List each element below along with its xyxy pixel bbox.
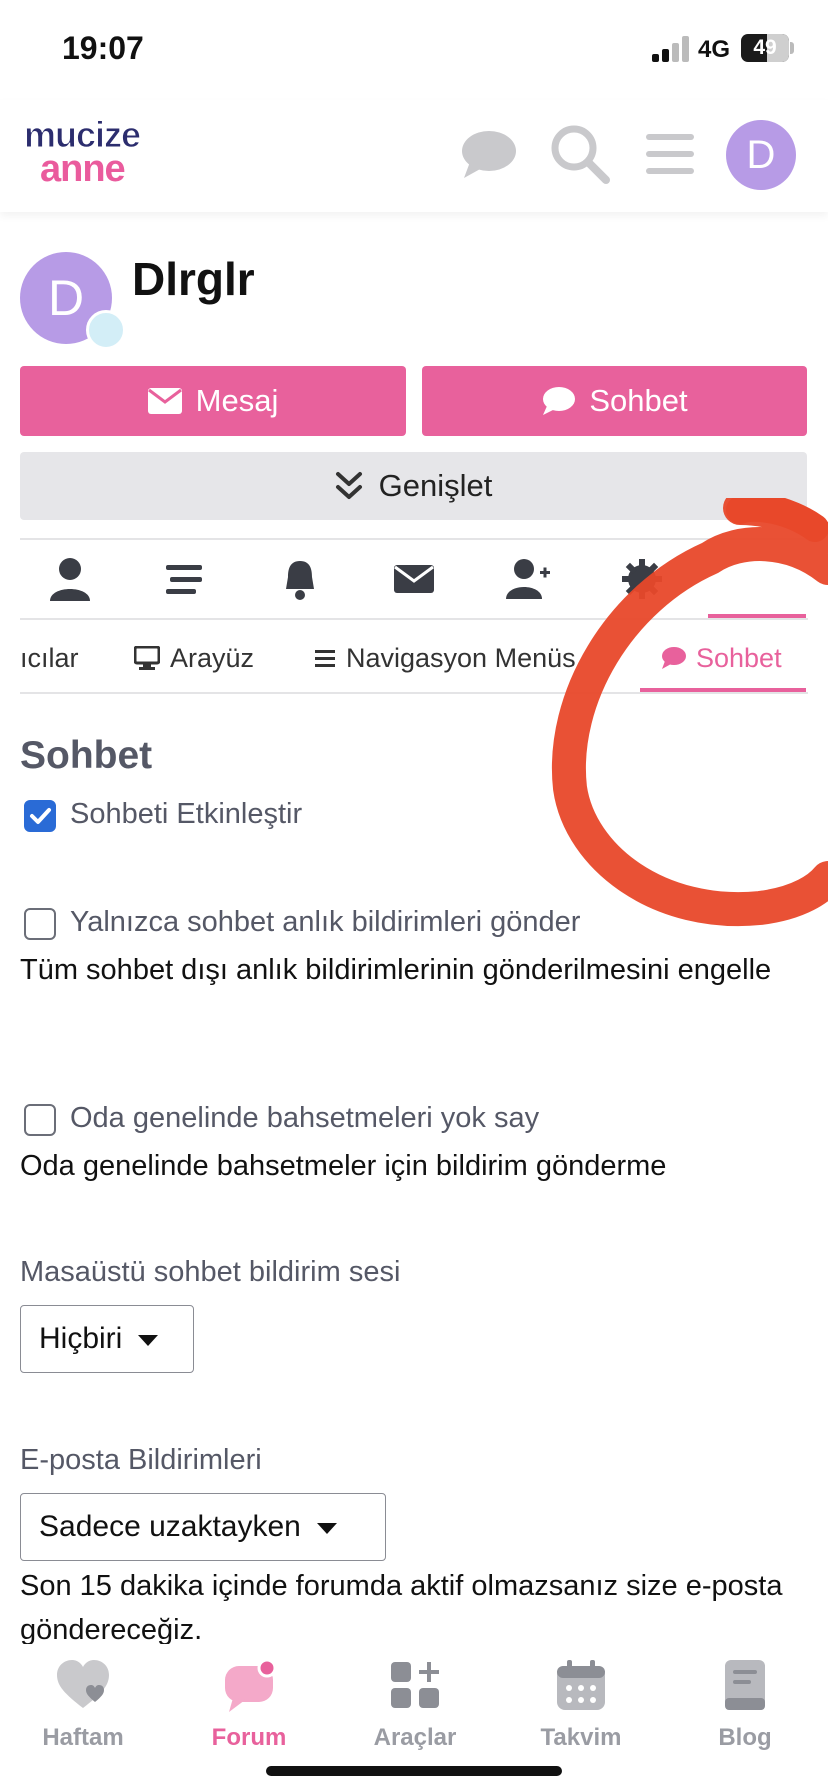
- tab-messages-envelope-icon[interactable]: [390, 555, 438, 603]
- desktop-icon: [134, 646, 160, 670]
- nav-blog-label: Blog: [718, 1724, 772, 1751]
- section-title: Sohbet: [20, 734, 153, 777]
- nav-araclar-label: Araçlar: [373, 1724, 457, 1751]
- tab-preferences-list-icon[interactable]: [160, 555, 208, 603]
- flair-badge-icon: [86, 310, 126, 350]
- tab-interface[interactable]: Arayüz: [134, 640, 254, 676]
- battery-tip: [790, 42, 794, 54]
- search-icon[interactable]: [548, 122, 612, 186]
- user-avatar[interactable]: D: [726, 120, 796, 190]
- nav-forum-label: Forum: [211, 1724, 287, 1751]
- email-notifications-label: E-posta Bildirimleri: [20, 1444, 262, 1476]
- nav-takvim-label: Takvim: [540, 1724, 622, 1751]
- ignore-channel-mentions-checkbox[interactable]: [24, 1104, 56, 1136]
- divider: [20, 692, 808, 694]
- network-type: 4G: [698, 36, 731, 63]
- caret-down-icon: [316, 1522, 337, 1534]
- enable-chat-label[interactable]: Sohbeti Etkinleştir: [70, 798, 302, 831]
- menu-icon[interactable]: [638, 122, 702, 186]
- only-chat-push-description: Tüm sohbet dışı anlık bildirimlerinin gö…: [20, 954, 772, 986]
- envelope-icon: [147, 388, 182, 414]
- message-button-label: Mesaj: [195, 383, 279, 418]
- grid-plus-icon: [391, 1662, 439, 1708]
- profile-username: Dlrglr: [132, 253, 255, 305]
- tab-notifications-bell-icon[interactable]: [276, 555, 324, 603]
- nav-takvim[interactable]: Takvim: [498, 1644, 664, 1764]
- email-notifications-select[interactable]: Sadece uzaktayken: [20, 1493, 386, 1561]
- book-icon: [725, 1660, 765, 1710]
- desktop-sound-value: Hiçbiri: [39, 1322, 123, 1355]
- only-chat-push-label[interactable]: Yalnızca sohbet anlık bildirimleri gönde…: [70, 906, 580, 939]
- nav-haftam[interactable]: Haftam: [0, 1644, 166, 1764]
- expand-button-label: Genişlet: [378, 468, 493, 503]
- divider: [20, 618, 808, 620]
- nav-haftam-label: Haftam: [42, 1724, 124, 1751]
- chat-icon: [662, 647, 686, 669]
- chat-icon[interactable]: [456, 122, 520, 186]
- app-header: mucize anne D: [0, 100, 828, 212]
- double-chevron-down-icon: [335, 472, 362, 499]
- tab-chat-label: Sohbet: [696, 642, 782, 673]
- signal-icon: [652, 36, 690, 62]
- checkmark-icon: [30, 808, 51, 824]
- tab-chat[interactable]: Sohbet: [660, 640, 782, 676]
- tab-interface-label: Arayüz: [170, 642, 255, 673]
- status-time: 19:07: [62, 30, 144, 66]
- desktop-sound-label: Masaüstü sohbet bildirim sesi: [20, 1256, 401, 1288]
- tab-settings-gear-icon[interactable]: [618, 555, 666, 603]
- enable-chat-checkbox[interactable]: [24, 800, 56, 832]
- email-notifications-description: Son 15 dakika içinde forumda aktif olmaz…: [20, 1570, 783, 1646]
- logo-text-bottom: anne: [40, 148, 126, 190]
- divider: [20, 538, 808, 540]
- tab-users[interactable]: ıcılar: [20, 640, 79, 676]
- chat-button-label: Sohbet: [589, 383, 688, 418]
- email-notifications-value: Sadece uzaktayken: [39, 1510, 301, 1543]
- tab-account-icon[interactable]: [46, 555, 94, 603]
- desktop-sound-select[interactable]: Hiçbiri: [20, 1305, 194, 1373]
- message-button[interactable]: Mesaj: [20, 366, 406, 436]
- chat-bubble-icon: [543, 387, 576, 415]
- tab-users-label: ıcılar: [20, 642, 79, 673]
- expand-button[interactable]: Genişlet: [20, 452, 807, 520]
- calendar-icon: [557, 1660, 605, 1710]
- list-icon: [315, 650, 335, 667]
- heart-icon: [57, 1660, 109, 1708]
- tab-navigation-menu[interactable]: Navigasyon Menüs: [314, 640, 576, 676]
- home-indicator: [266, 1766, 562, 1776]
- status-bar: 19:07 4G 49: [0, 0, 828, 100]
- tab-users-plus-icon[interactable]: [504, 555, 552, 603]
- battery-level: 49: [753, 36, 777, 59]
- battery-icon: 49: [741, 34, 789, 62]
- chat-bubble-icon: [225, 1658, 277, 1712]
- logo[interactable]: mucize anne: [20, 114, 142, 192]
- only-chat-push-checkbox[interactable]: [24, 908, 56, 940]
- nav-araclar[interactable]: Araçlar: [332, 1644, 498, 1764]
- ignore-channel-mentions-label[interactable]: Oda genelinde bahsetmeleri yok say: [70, 1102, 539, 1135]
- chat-button[interactable]: Sohbet: [422, 366, 807, 436]
- tab-navigation-menu-label: Navigasyon Menüs: [346, 642, 576, 673]
- nav-blog[interactable]: Blog: [662, 1644, 828, 1764]
- nav-forum[interactable]: Forum: [166, 1644, 332, 1764]
- caret-down-icon: [138, 1334, 159, 1346]
- annotation-circle: [551, 498, 828, 927]
- ignore-channel-mentions-description: Oda genelinde bahsetmeler için bildirim …: [20, 1150, 667, 1182]
